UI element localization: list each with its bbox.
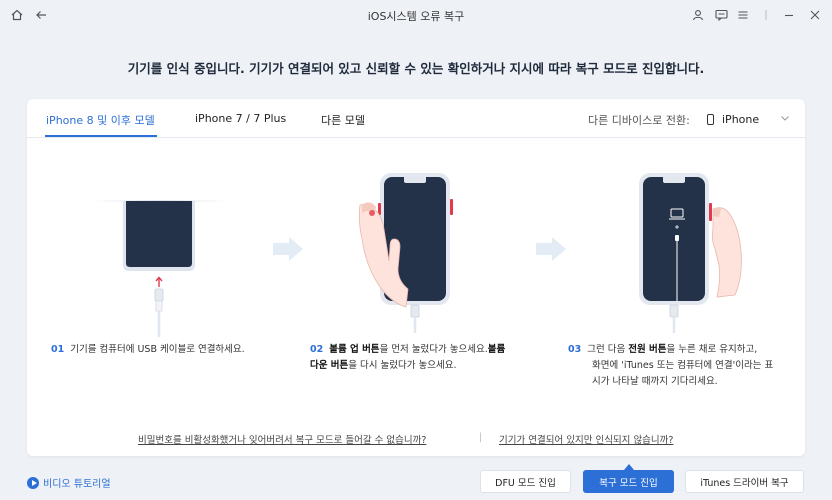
- arrow-right-icon: [273, 237, 303, 261]
- model-tabs: iPhone 8 및 이후 모델 iPhone 7 / 7 Plus 다른 모델…: [27, 99, 805, 138]
- user-icon[interactable]: [689, 6, 707, 24]
- step2-text: 02 볼륨 업 버튼을 먼저 눌렀다가 놓으세요.볼륨 다운 버튼을 다시 눌렀다…: [310, 342, 545, 374]
- step1-illustration: [93, 200, 227, 337]
- tab-iphone8-later[interactable]: iPhone 8 및 이후 모델: [46, 112, 155, 128]
- step3-illustration: [639, 173, 742, 333]
- tab-iphone7[interactable]: iPhone 7 / 7 Plus: [195, 112, 286, 125]
- step2-text1: 을 먼저 눌렀다가 놓으세요.: [379, 344, 488, 355]
- step3-number: 03: [568, 344, 582, 355]
- title-bar: iOS시스템 오류 복구: [0, 0, 832, 31]
- step3-line2: 화면에 'iTunes 또는 컴퓨터에 연결'이라는 표: [592, 360, 774, 371]
- device-select-value: iPhone: [722, 112, 760, 126]
- step2-bold-volume-up: 볼륨 업 버튼: [329, 344, 380, 355]
- step2-number: 02: [310, 344, 324, 355]
- separator-icon: [757, 6, 775, 24]
- play-icon: [27, 476, 39, 489]
- step2-bold-volume-down: 다운 버튼: [310, 360, 349, 371]
- step3-line3: 시가 나타날 때까지 기다리세요.: [592, 376, 718, 387]
- step1-description: 기기를 컴퓨터에 USB 케이블로 연결하세요.: [70, 344, 245, 355]
- bottom-bar: 비디오 튜토리얼 DFU 모드 진입 복구 모드 진입 iTunes 드라이버 …: [0, 456, 832, 500]
- itunes-driver-repair-button[interactable]: iTunes 드라이버 복구: [685, 470, 804, 493]
- step3-bold-power: 전원 버튼: [628, 344, 667, 355]
- step3-text2: 을 누른 채로 유지하고,: [666, 344, 758, 355]
- close-icon[interactable]: [806, 6, 824, 24]
- menu-icon[interactable]: [734, 6, 752, 24]
- link-separator: |: [479, 432, 483, 443]
- step3-text: 03 그런 다음 전원 버튼을 누른 채로 유지하고, 화면에 'iTunes 또…: [568, 342, 798, 390]
- phone-icon: [707, 113, 714, 125]
- step2-text2: 을 다시 눌렀다가 놓으세요.: [348, 360, 457, 371]
- device-select[interactable]: iPhone: [707, 110, 789, 128]
- device-switch-label: 다른 디바이스로 전환:: [588, 114, 690, 127]
- arrow-right-icon: [536, 237, 566, 261]
- step3-text1: 그런 다음: [587, 344, 629, 355]
- minimize-icon[interactable]: [780, 6, 798, 24]
- active-tab-indicator: [45, 135, 157, 137]
- page-headline: 기기를 인식 중입니다. 기기가 연결되어 있고 신뢰할 수 있는 확인하거나 …: [127, 61, 705, 76]
- step2-illustration: [358, 173, 453, 333]
- chevron-down-icon: [781, 114, 789, 124]
- app-title: iOS시스템 오류 복구: [367, 10, 465, 23]
- step1-text: 01 기기를 컴퓨터에 USB 케이블로 연결하세요.: [51, 342, 281, 358]
- step2-bold-volume: 볼륨: [487, 344, 506, 355]
- video-tutorial-link[interactable]: 비디오 튜토리얼: [27, 475, 111, 490]
- tab-other-models[interactable]: 다른 모델: [321, 112, 365, 128]
- dfu-mode-button[interactable]: DFU 모드 진입: [480, 470, 571, 493]
- video-tutorial-label: 비디오 튜토리얼: [43, 479, 111, 490]
- device-not-recognized-link[interactable]: 기기가 연결되어 있지만 인식되지 않습니까?: [499, 432, 673, 446]
- instruction-card: iPhone 8 및 이후 모델 iPhone 7 / 7 Plus 다른 모델…: [27, 99, 805, 456]
- step1-number: 01: [51, 344, 65, 355]
- feedback-icon[interactable]: [712, 6, 730, 24]
- enter-recovery-mode-button[interactable]: 복구 모드 진입: [583, 470, 674, 493]
- forgot-passcode-link[interactable]: 비밀번호를 비활성화했거나 잊어버려서 복구 모드로 들어갈 수 없습니까?: [138, 432, 426, 446]
